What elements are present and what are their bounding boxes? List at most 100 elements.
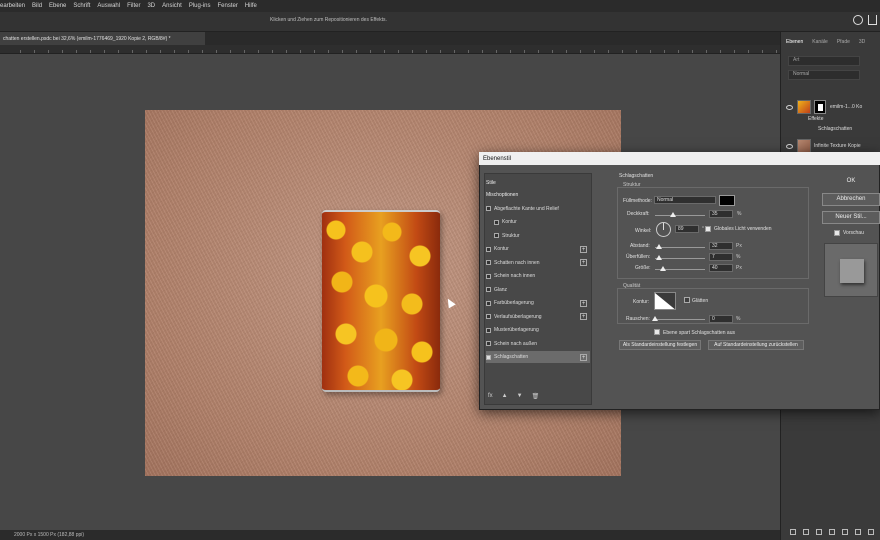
panel-tab[interactable]: Kanäle (812, 39, 828, 45)
style-checkbox[interactable] (486, 314, 491, 319)
menu-item[interactable]: Ebene (49, 3, 66, 9)
style-checkbox[interactable] (486, 341, 491, 346)
layer-effect-item[interactable]: Schlagschatten (786, 126, 880, 132)
angle-dial[interactable] (656, 222, 671, 237)
panel-tab[interactable]: Pfade (837, 39, 850, 45)
move-down-icon[interactable]: ▼ (517, 393, 523, 403)
menu-item[interactable]: Bild (32, 3, 42, 9)
layer-mask-thumbnail[interactable] (814, 100, 826, 114)
ok-button[interactable]: OK (822, 176, 880, 189)
style-checkbox[interactable] (486, 300, 491, 306)
slider-knob[interactable] (655, 255, 662, 260)
preview-checkbox[interactable] (834, 230, 840, 236)
style-item[interactable]: Mischoptionen (486, 189, 590, 201)
contour-preview[interactable] (654, 292, 676, 310)
shadow-color-swatch[interactable] (719, 195, 735, 206)
menu-item[interactable]: earbeiten (0, 3, 25, 9)
new-style-button[interactable]: Neuer Stil... (822, 211, 880, 224)
slider-knob[interactable] (656, 244, 662, 249)
link-icon[interactable] (790, 529, 796, 535)
ruler-tick (622, 50, 623, 53)
style-item[interactable]: Abgeflachte Kante und Relief (486, 203, 590, 215)
reset-default-button[interactable]: Auf Standardeinstellung zurückstellen (708, 340, 804, 350)
style-checkbox[interactable] (486, 206, 491, 211)
style-item[interactable]: Kontur (486, 216, 590, 228)
slider-knob[interactable] (652, 316, 658, 321)
style-checkbox[interactable] (486, 327, 491, 333)
menu-item[interactable]: 3D (147, 3, 155, 9)
distance-slider[interactable] (655, 244, 705, 249)
style-item[interactable]: Struktur (486, 230, 590, 242)
size-input[interactable]: 40 (709, 264, 733, 272)
distance-input[interactable]: 32 (709, 242, 733, 250)
new-layer-icon[interactable] (855, 529, 861, 535)
menu-item[interactable]: Ansicht (162, 3, 182, 9)
trash-icon[interactable]: 🗑 (532, 393, 540, 403)
add-style-icon[interactable]: + (580, 259, 587, 266)
visibility-eye-icon[interactable] (786, 143, 793, 149)
panel-tab[interactable]: 3D (859, 39, 865, 45)
add-style-icon[interactable]: + (580, 299, 587, 307)
emoji-can-image[interactable] (322, 210, 440, 392)
style-item[interactable]: Schatten nach innen + (486, 257, 590, 269)
menu-item[interactable]: Schrift (73, 3, 90, 9)
style-item[interactable]: Musterüberlagerung (486, 324, 590, 336)
style-item[interactable]: Glanz (486, 284, 590, 296)
folder-icon[interactable] (842, 529, 848, 535)
angle-input[interactable]: 89 (675, 225, 699, 233)
share-icon[interactable] (868, 15, 877, 25)
style-checkbox[interactable] (486, 287, 491, 292)
menu-item[interactable]: Fenster (218, 3, 238, 9)
style-checkbox[interactable] (494, 233, 499, 238)
style-item[interactable]: Verlaufsüberlagerung + (486, 311, 590, 323)
panel-tab[interactable]: Ebenen (786, 39, 803, 45)
menu-item[interactable]: Filter (127, 3, 140, 9)
add-style-icon[interactable]: + (580, 313, 587, 320)
style-checkbox[interactable] (494, 219, 499, 225)
layer-effects-row[interactable]: Effekte (786, 116, 880, 122)
style-item[interactable]: Schein nach innen (486, 270, 590, 282)
style-item[interactable]: Schlagschatten + (486, 351, 590, 363)
style-checkbox[interactable] (486, 273, 491, 279)
blend-mode-select[interactable]: Normal (788, 70, 860, 80)
move-up-icon[interactable]: ▲ (502, 393, 508, 403)
adjustment-icon[interactable] (829, 529, 835, 535)
knockout-checkbox[interactable] (654, 329, 660, 335)
noise-input[interactable]: 0 (709, 315, 733, 323)
menu-item[interactable]: Plug-ins (189, 3, 211, 9)
add-style-icon[interactable]: + (580, 245, 587, 253)
spread-input[interactable]: 7 (709, 253, 733, 261)
style-checkbox[interactable] (486, 354, 491, 360)
size-slider[interactable] (655, 266, 705, 271)
visibility-eye-icon[interactable] (786, 104, 793, 110)
layer-filter-input[interactable]: Art (788, 56, 860, 66)
add-style-icon[interactable]: + (580, 353, 587, 361)
noise-slider[interactable] (652, 316, 705, 321)
trash-icon[interactable] (868, 529, 874, 535)
fx-icon[interactable]: fx (488, 393, 493, 403)
smooth-checkbox[interactable] (684, 297, 690, 303)
style-item[interactable]: Farbüberlagerung + (486, 297, 590, 309)
make-default-button[interactable]: Als Standardeinstellung festlegen (619, 340, 701, 350)
slider-knob[interactable] (669, 212, 676, 217)
document-tab[interactable]: chatten erstellen.psdc bei 32,6% (emilm-… (0, 32, 205, 45)
menu-item[interactable]: Hilfe (245, 3, 257, 9)
style-checkbox[interactable] (486, 246, 491, 252)
opacity-input[interactable]: 35 (709, 210, 733, 218)
fx-icon[interactable] (803, 529, 809, 535)
spread-slider[interactable] (655, 255, 705, 260)
layer-row[interactable]: emilm-1...0 Ko (786, 100, 880, 114)
cancel-button[interactable]: Abbrechen (822, 193, 880, 206)
mask-icon[interactable] (816, 529, 822, 535)
fill-method-select[interactable]: Normal (654, 196, 716, 204)
global-light-checkbox[interactable] (705, 226, 711, 232)
style-item[interactable]: Schein nach außen (486, 338, 590, 350)
opacity-slider[interactable] (655, 212, 705, 217)
layer-row[interactable]: Infinite Texture Kopie (786, 139, 880, 153)
menu-item[interactable]: Auswahl (97, 3, 120, 9)
slider-knob[interactable] (660, 266, 666, 271)
user-icon[interactable] (853, 15, 863, 25)
style-item[interactable]: Kontur + (486, 243, 590, 255)
style-checkbox[interactable] (486, 260, 491, 265)
style-item[interactable]: Stile (486, 177, 590, 189)
